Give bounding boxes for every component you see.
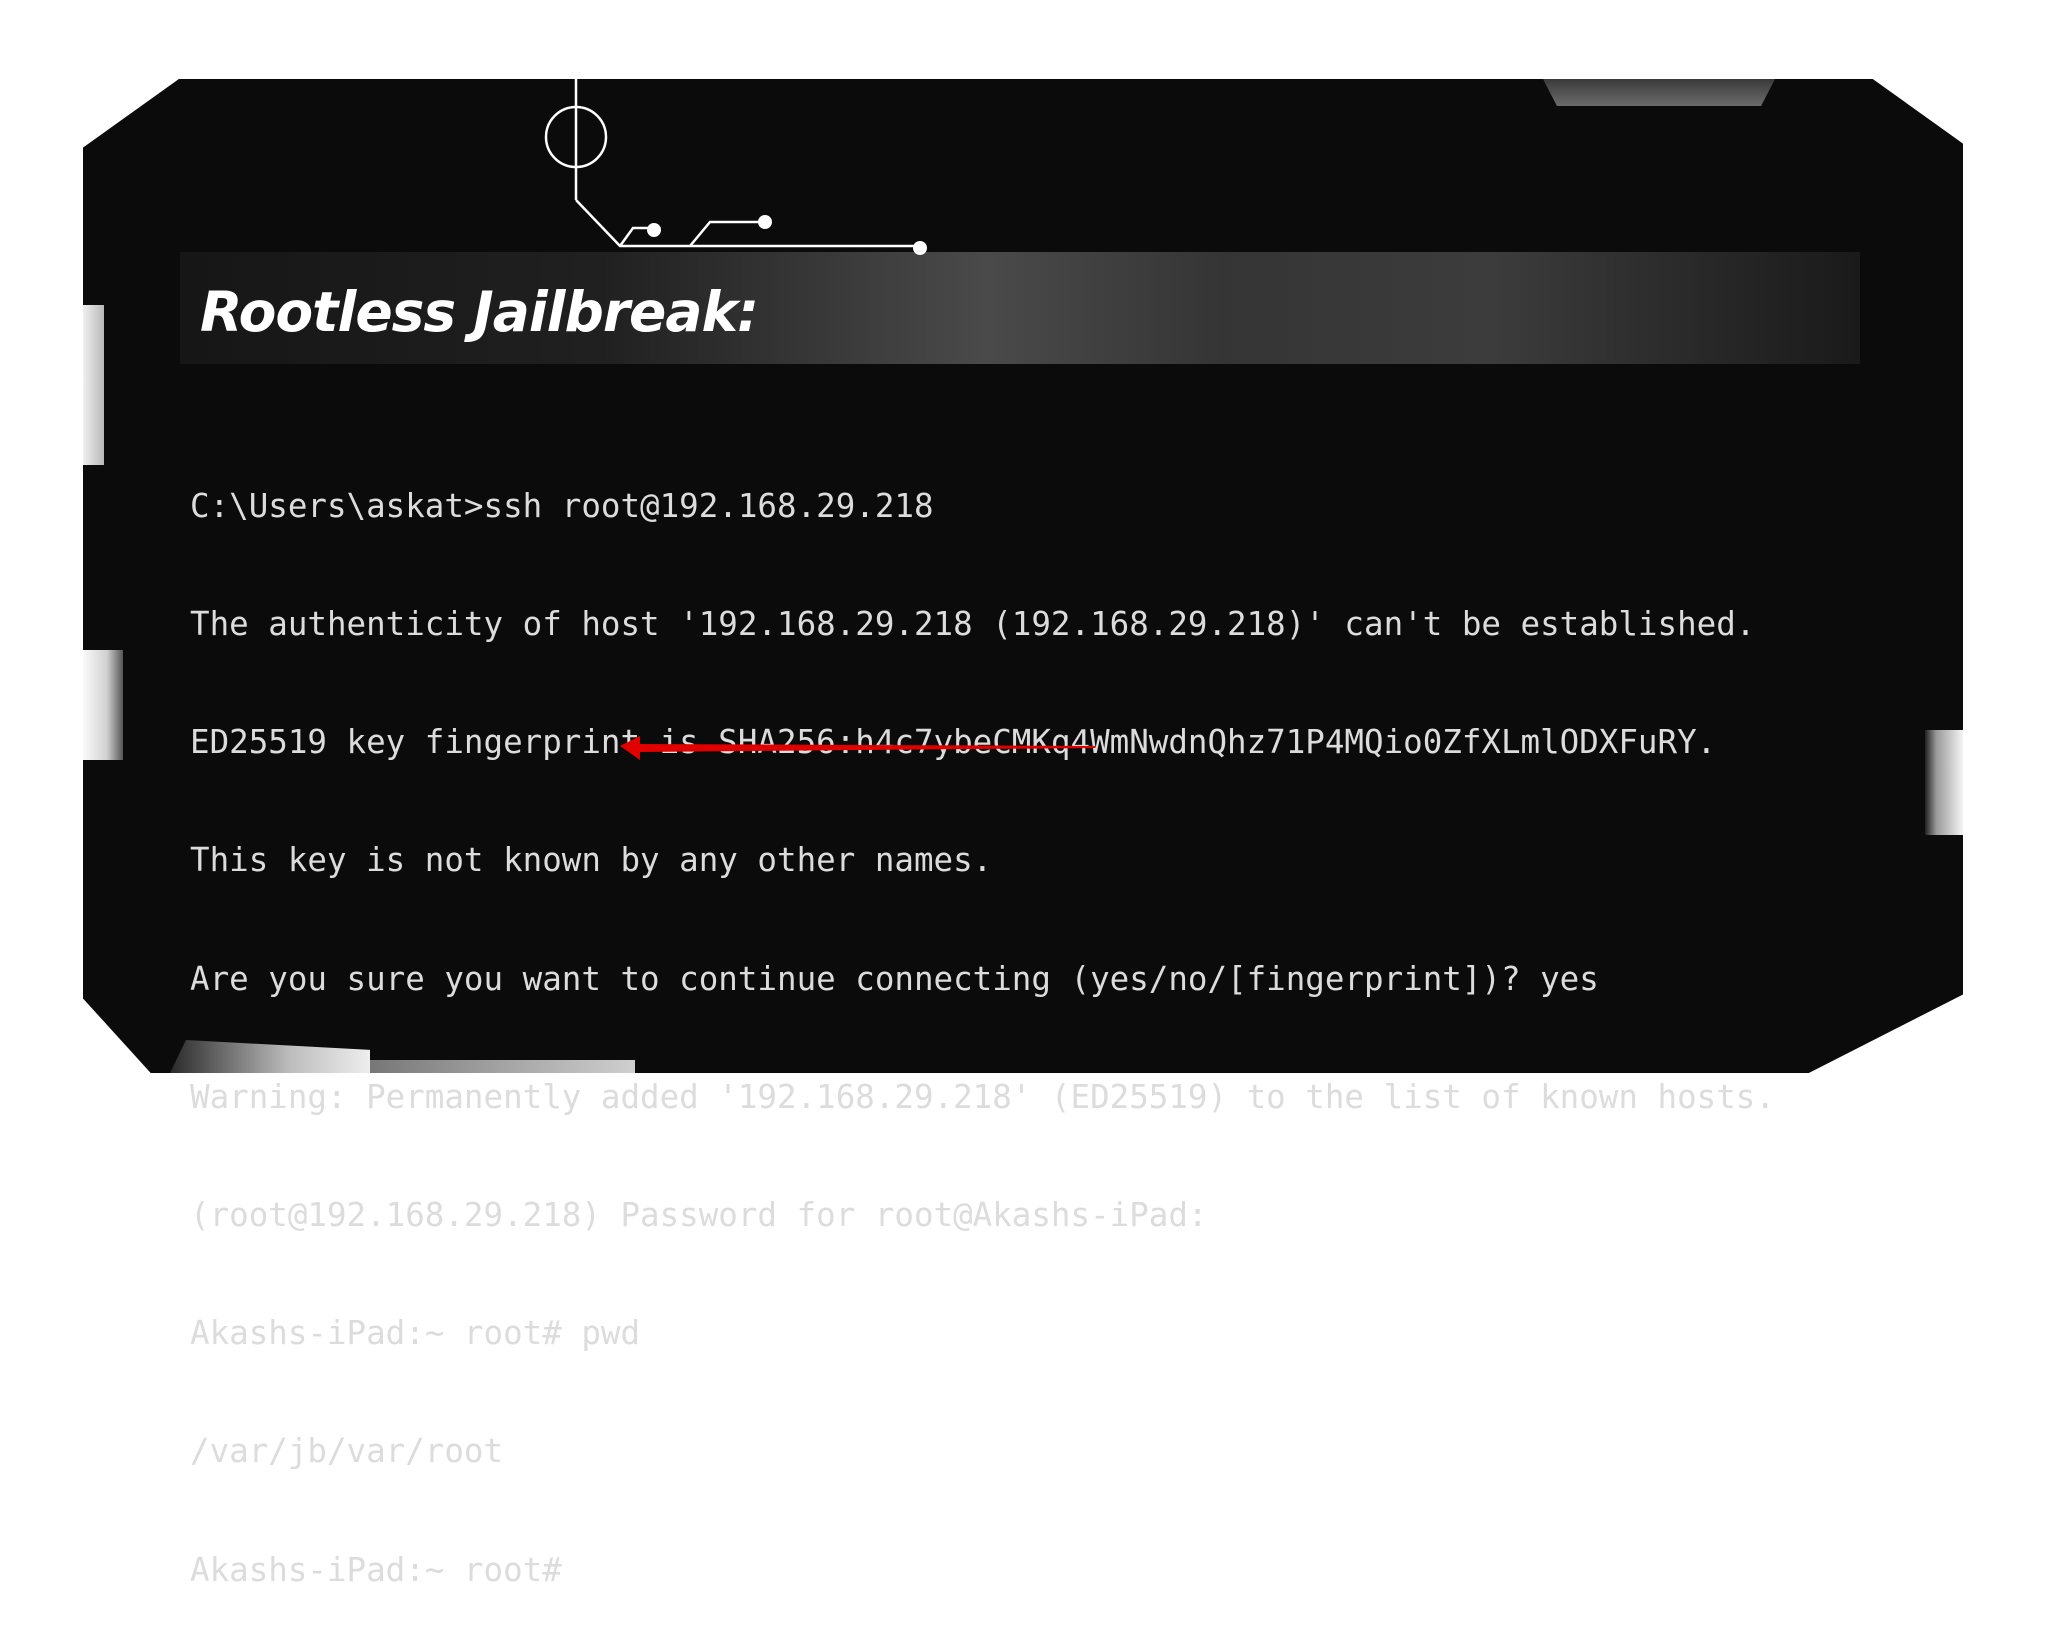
terminal-line-pwd-result: /var/jb/var/root	[190, 1432, 504, 1471]
terminal-line-prompt: Akashs-iPad:~ root#	[190, 1550, 562, 1589]
terminal-line-password: (root@192.168.29.218) Password for root@…	[190, 1196, 1208, 1235]
red-arrow-left-icon	[620, 736, 1095, 760]
terminal-line-pwd-command: Akashs-iPad:~ root# pwd	[190, 1314, 641, 1353]
